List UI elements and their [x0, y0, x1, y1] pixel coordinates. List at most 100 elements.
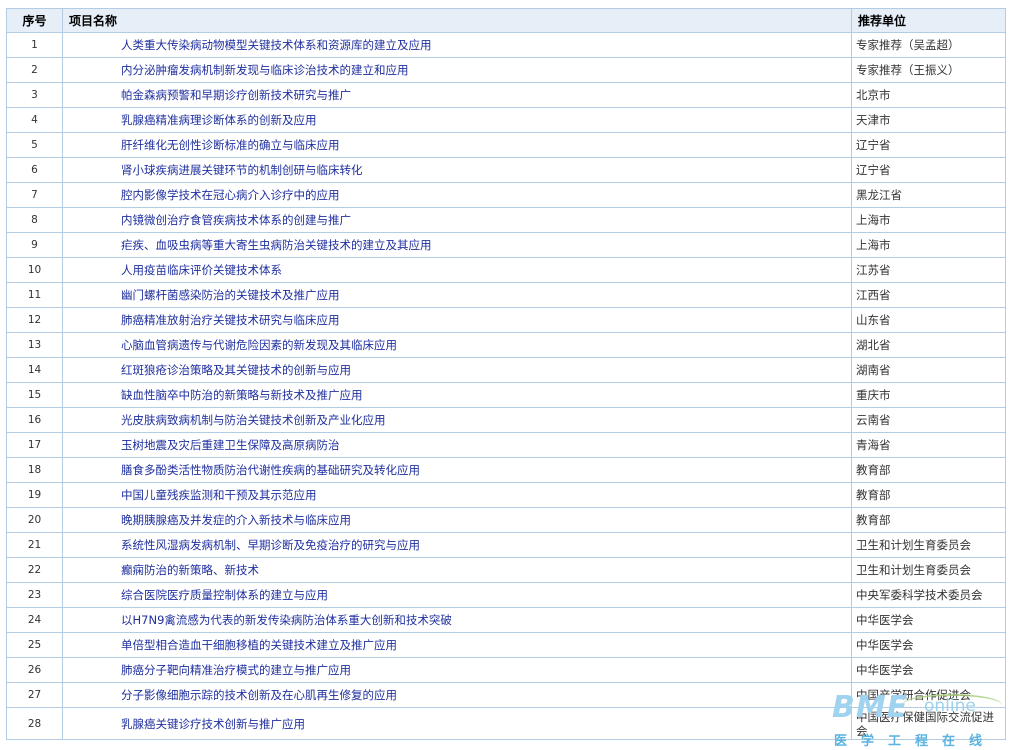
row-serial-number: 11 — [6, 282, 63, 308]
row-serial-number: 15 — [6, 382, 63, 408]
row-serial-number: 14 — [6, 357, 63, 383]
row-recommending-unit: 重庆市 — [851, 382, 1006, 408]
row-project-name[interactable]: 人用疫苗临床评价关键技术体系 — [62, 257, 852, 283]
table-row: 8 内镜微创治疗食管疾病技术体系的创建与推广 上海市 — [6, 207, 1006, 233]
table-row: 18 膳食多酚类活性物质防治代谢性疾病的基础研究及转化应用 教育部 — [6, 457, 1006, 483]
row-serial-number: 22 — [6, 557, 63, 583]
row-recommending-unit: 卫生和计划生育委员会 — [851, 557, 1006, 583]
row-serial-number: 27 — [6, 682, 63, 708]
row-project-name[interactable]: 肝纤维化无创性诊断标准的确立与临床应用 — [62, 132, 852, 158]
row-project-name[interactable]: 玉树地震及灾后重建卫生保障及高原病防治 — [62, 432, 852, 458]
row-recommending-unit: 山东省 — [851, 307, 1006, 333]
table-row: 16 光皮肤病致病机制与防治关键技术创新及产业化应用 云南省 — [6, 407, 1006, 433]
row-serial-number: 7 — [6, 182, 63, 208]
row-recommending-unit: 湖南省 — [851, 357, 1006, 383]
row-recommending-unit: 中华医学会 — [851, 607, 1006, 633]
row-serial-number: 25 — [6, 632, 63, 658]
row-project-name[interactable]: 膳食多酚类活性物质防治代谢性疾病的基础研究及转化应用 — [62, 457, 852, 483]
row-project-name[interactable]: 内分泌肿瘤发病机制新发现与临床诊治技术的建立和应用 — [62, 57, 852, 83]
row-serial-number: 18 — [6, 457, 63, 483]
table-body: 1 人类重大传染病动物模型关键技术体系和资源库的建立及应用 专家推荐（吴孟超） 2 内分… — [6, 32, 1006, 740]
row-project-name[interactable]: 癫痫防治的新策略、新技术 — [62, 557, 852, 583]
row-recommending-unit: 天津市 — [851, 107, 1006, 133]
table-row: 3 帕金森病预警和早期诊疗创新技术研究与推广 北京市 — [6, 82, 1006, 108]
table-row: 2 内分泌肿瘤发病机制新发现与临床诊治技术的建立和应用 专家推荐（王振义） — [6, 57, 1006, 83]
row-recommending-unit: 江西省 — [851, 282, 1006, 308]
row-recommending-unit: 云南省 — [851, 407, 1006, 433]
row-serial-number: 24 — [6, 607, 63, 633]
row-serial-number: 20 — [6, 507, 63, 533]
row-serial-number: 2 — [6, 57, 63, 83]
row-serial-number: 12 — [6, 307, 63, 333]
row-project-name[interactable]: 帕金森病预警和早期诊疗创新技术研究与推广 — [62, 82, 852, 108]
row-recommending-unit: 湖北省 — [851, 332, 1006, 358]
row-project-name[interactable]: 心脑血管病遗传与代谢危险因素的新发现及其临床应用 — [62, 332, 852, 358]
row-recommending-unit: 辽宁省 — [851, 157, 1006, 183]
row-serial-number: 9 — [6, 232, 63, 258]
row-project-name[interactable]: 人类重大传染病动物模型关键技术体系和资源库的建立及应用 — [62, 32, 852, 58]
row-recommending-unit: 专家推荐（王振义） — [851, 57, 1006, 83]
row-recommending-unit: 中央军委科学技术委员会 — [851, 582, 1006, 608]
header-recommending-unit: 推荐单位 — [851, 8, 1006, 33]
row-recommending-unit: 中国医疗保健国际交流促进会 — [851, 707, 1006, 740]
row-serial-number: 4 — [6, 107, 63, 133]
row-project-name[interactable]: 疟疾、血吸虫病等重大寄生虫病防治关键技术的建立及其应用 — [62, 232, 852, 258]
table-row: 27 分子影像细胞示踪的技术创新及在心肌再生修复的应用 中国产学研合作促进会 — [6, 682, 1006, 708]
row-project-name[interactable]: 晚期胰腺癌及并发症的介入新技术与临床应用 — [62, 507, 852, 533]
table-row: 15 缺血性脑卒中防治的新策略与新技术及推广应用 重庆市 — [6, 382, 1006, 408]
table-row: 6 肾小球疾病进展关键环节的机制创研与临床转化 辽宁省 — [6, 157, 1006, 183]
row-recommending-unit: 教育部 — [851, 482, 1006, 508]
table-row: 11 幽门螺杆菌感染防治的关键技术及推广应用 江西省 — [6, 282, 1006, 308]
table-row: 12 肺癌精准放射治疗关键技术研究与临床应用 山东省 — [6, 307, 1006, 333]
table-row: 14 红斑狼疮诊治策略及其关键技术的创新与应用 湖南省 — [6, 357, 1006, 383]
row-recommending-unit: 教育部 — [851, 457, 1006, 483]
row-project-name[interactable]: 缺血性脑卒中防治的新策略与新技术及推广应用 — [62, 382, 852, 408]
table-row: 26 肺癌分子靶向精准治疗模式的建立与推广应用 中华医学会 — [6, 657, 1006, 683]
row-serial-number: 28 — [6, 707, 63, 740]
row-project-name[interactable]: 肺癌精准放射治疗关键技术研究与临床应用 — [62, 307, 852, 333]
row-serial-number: 1 — [6, 32, 63, 58]
row-project-name[interactable]: 内镜微创治疗食管疾病技术体系的创建与推广 — [62, 207, 852, 233]
table-row: 1 人类重大传染病动物模型关键技术体系和资源库的建立及应用 专家推荐（吴孟超） — [6, 32, 1006, 58]
table-row: 22 癫痫防治的新策略、新技术 卫生和计划生育委员会 — [6, 557, 1006, 583]
row-project-name[interactable]: 腔内影像学技术在冠心病介入诊疗中的应用 — [62, 182, 852, 208]
table-row: 20 晚期胰腺癌及并发症的介入新技术与临床应用 教育部 — [6, 507, 1006, 533]
row-project-name[interactable]: 光皮肤病致病机制与防治关键技术创新及产业化应用 — [62, 407, 852, 433]
row-recommending-unit: 卫生和计划生育委员会 — [851, 532, 1006, 558]
table-row: 10 人用疫苗临床评价关键技术体系 江苏省 — [6, 257, 1006, 283]
table-header-row: 序号 项目名称 推荐单位 — [6, 8, 1006, 33]
row-project-name[interactable]: 综合医院医疗质量控制体系的建立与应用 — [62, 582, 852, 608]
row-recommending-unit: 黑龙江省 — [851, 182, 1006, 208]
row-project-name[interactable]: 乳腺癌精准病理诊断体系的创新及应用 — [62, 107, 852, 133]
header-serial-number: 序号 — [6, 8, 63, 33]
table-row: 28 乳腺癌关键诊疗技术创新与推广应用 中国医疗保健国际交流促进会 — [6, 707, 1006, 740]
row-project-name[interactable]: 肺癌分子靶向精准治疗模式的建立与推广应用 — [62, 657, 852, 683]
row-project-name[interactable]: 幽门螺杆菌感染防治的关键技术及推广应用 — [62, 282, 852, 308]
table-row: 21 系统性风湿病发病机制、早期诊断及免疫治疗的研究与应用 卫生和计划生育委员会 — [6, 532, 1006, 558]
row-project-name[interactable]: 肾小球疾病进展关键环节的机制创研与临床转化 — [62, 157, 852, 183]
row-recommending-unit: 教育部 — [851, 507, 1006, 533]
row-project-name[interactable]: 分子影像细胞示踪的技术创新及在心肌再生修复的应用 — [62, 682, 852, 708]
row-project-name[interactable]: 系统性风湿病发病机制、早期诊断及免疫治疗的研究与应用 — [62, 532, 852, 558]
row-serial-number: 26 — [6, 657, 63, 683]
row-project-name[interactable]: 以H7N9禽流感为代表的新发传染病防治体系重大创新和技术突破 — [62, 607, 852, 633]
row-serial-number: 3 — [6, 82, 63, 108]
row-serial-number: 16 — [6, 407, 63, 433]
table-row: 19 中国儿童残疾监测和干预及其示范应用 教育部 — [6, 482, 1006, 508]
row-recommending-unit: 中华医学会 — [851, 632, 1006, 658]
row-recommending-unit: 专家推荐（吴孟超） — [851, 32, 1006, 58]
row-serial-number: 8 — [6, 207, 63, 233]
row-serial-number: 19 — [6, 482, 63, 508]
row-project-name[interactable]: 红斑狼疮诊治策略及其关键技术的创新与应用 — [62, 357, 852, 383]
row-recommending-unit: 辽宁省 — [851, 132, 1006, 158]
row-serial-number: 6 — [6, 157, 63, 183]
row-serial-number: 13 — [6, 332, 63, 358]
row-serial-number: 5 — [6, 132, 63, 158]
row-recommending-unit: 北京市 — [851, 82, 1006, 108]
row-project-name[interactable]: 中国儿童残疾监测和干预及其示范应用 — [62, 482, 852, 508]
row-serial-number: 10 — [6, 257, 63, 283]
row-project-name[interactable]: 单倍型相合造血干细胞移植的关键技术建立及推广应用 — [62, 632, 852, 658]
row-project-name[interactable]: 乳腺癌关键诊疗技术创新与推广应用 — [62, 707, 852, 740]
row-recommending-unit: 江苏省 — [851, 257, 1006, 283]
table-row: 7 腔内影像学技术在冠心病介入诊疗中的应用 黑龙江省 — [6, 182, 1006, 208]
